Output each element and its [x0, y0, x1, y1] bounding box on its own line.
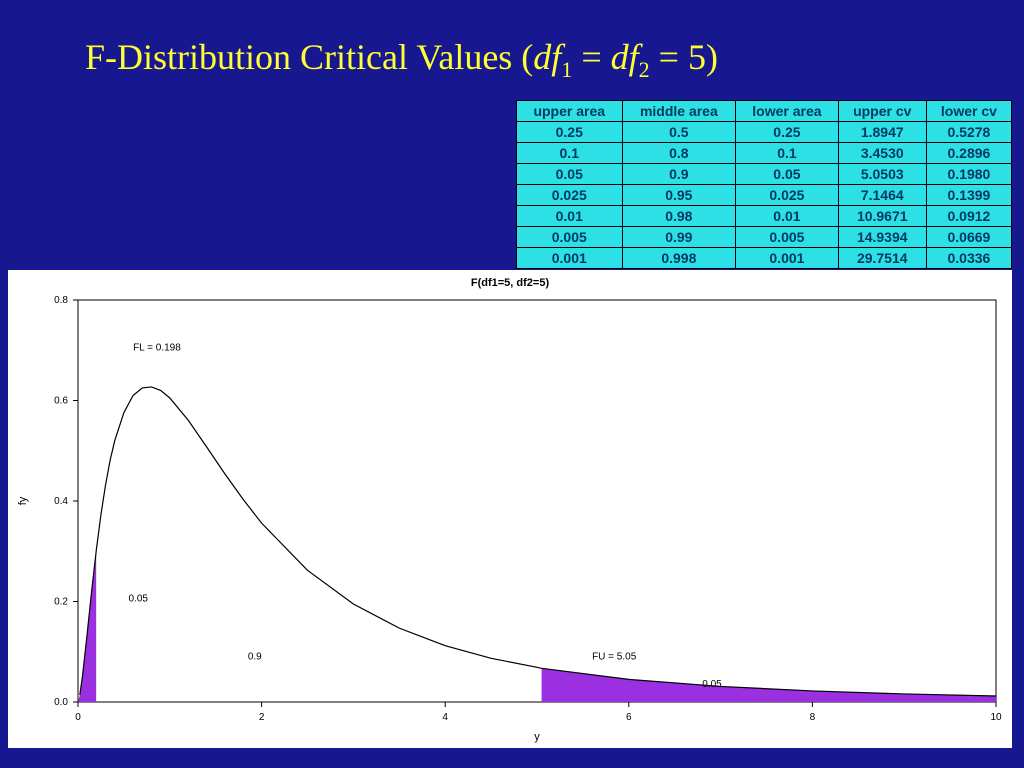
table-cell: 0.9 — [622, 164, 736, 185]
table-row: 0.250.50.251.89470.5278 — [517, 122, 1012, 143]
x-tick-label: 6 — [626, 712, 632, 723]
y-axis-label: fy — [17, 496, 29, 505]
table-cell: 0.5 — [622, 122, 736, 143]
table-cell: 0.05 — [736, 164, 838, 185]
slide-title: F-Distribution Critical Values (df1 = df… — [85, 36, 718, 83]
f-distribution-chart: F(df1=5, df2=5) 0 2 4 6 8 10 0.0 0.2 0.4 0.6 0.8 y fy… — [8, 270, 1012, 748]
y-tick-label: 0.8 — [54, 295, 68, 306]
table-cell: 14.9394 — [838, 227, 926, 248]
table-cell: 0.8 — [622, 143, 736, 164]
table-cell: 0.01 — [736, 206, 838, 227]
critical-values-table: upper area middle area lower area upper … — [516, 100, 1012, 269]
table-cell: 0.025 — [736, 185, 838, 206]
table-row: 0.0010.9980.00129.75140.0336 — [517, 248, 1012, 269]
table-cell: 0.1 — [517, 143, 623, 164]
table-row: 0.010.980.0110.96710.0912 — [517, 206, 1012, 227]
x-tick-label: 0 — [75, 712, 81, 723]
upper-tail-shade — [542, 668, 996, 702]
table-cell: 0.95 — [622, 185, 736, 206]
table-cell: 0.001 — [736, 248, 838, 269]
table-cell: 0.05 — [517, 164, 623, 185]
x-tick-label: 8 — [810, 712, 816, 723]
col-lower-area: lower area — [736, 101, 838, 122]
table-cell: 0.1 — [736, 143, 838, 164]
table-cell: 1.8947 — [838, 122, 926, 143]
chart-title: F(df1=5, df2=5) — [471, 277, 550, 289]
x-tick-label: 4 — [442, 712, 448, 723]
table-cell: 10.9671 — [838, 206, 926, 227]
table-row: 0.0050.990.00514.93940.0669 — [517, 227, 1012, 248]
y-tick-label: 0.0 — [54, 697, 68, 708]
table-cell: 29.7514 — [838, 248, 926, 269]
chart-annotation: 0.9 — [248, 651, 262, 662]
table-cell: 5.0503 — [838, 164, 926, 185]
title-eq2: = 5) — [650, 37, 718, 77]
col-upper-cv: upper cv — [838, 101, 926, 122]
col-middle-area: middle area — [622, 101, 736, 122]
x-axis-label: y — [534, 731, 540, 743]
table-cell: 0.25 — [736, 122, 838, 143]
table-cell: 0.0669 — [926, 227, 1011, 248]
col-upper-area: upper area — [517, 101, 623, 122]
table-cell: 0.0336 — [926, 248, 1011, 269]
table-cell: 0.1980 — [926, 164, 1011, 185]
title-prefix: F-Distribution Critical Values ( — [85, 37, 533, 77]
table-cell: 0.2896 — [926, 143, 1011, 164]
table-cell: 0.0912 — [926, 206, 1011, 227]
pdf-curve — [80, 387, 996, 696]
table-cell: 0.25 — [517, 122, 623, 143]
chart-annotation: 0.05 — [702, 679, 722, 690]
chart-annotation: FL = 0.198 — [133, 342, 181, 353]
y-tick-label: 0.4 — [54, 496, 68, 507]
table-cell: 0.1399 — [926, 185, 1011, 206]
title-eq1: = — [572, 37, 610, 77]
table-cell: 0.001 — [517, 248, 623, 269]
table-row: 0.0250.950.0257.14640.1399 — [517, 185, 1012, 206]
table: upper area middle area lower area upper … — [516, 100, 1012, 269]
chart-annotation: 0.05 — [128, 594, 148, 605]
title-df2: df — [611, 37, 639, 77]
table-cell: 3.4530 — [838, 143, 926, 164]
x-tick-label: 10 — [990, 712, 1002, 723]
col-lower-cv: lower cv — [926, 101, 1011, 122]
table-cell: 0.025 — [517, 185, 623, 206]
table-cell: 0.5278 — [926, 122, 1011, 143]
title-sub2: 2 — [639, 57, 650, 82]
title-df1: df — [533, 37, 561, 77]
plot-frame — [78, 300, 996, 702]
table-cell: 0.005 — [517, 227, 623, 248]
table-cell: 0.98 — [622, 206, 736, 227]
chart-annotation: FU = 5.05 — [592, 651, 637, 662]
y-tick-label: 0.2 — [54, 597, 68, 608]
table-row: 0.050.90.055.05030.1980 — [517, 164, 1012, 185]
title-sub1: 1 — [561, 57, 572, 82]
table-cell: 0.99 — [622, 227, 736, 248]
table-cell: 0.005 — [736, 227, 838, 248]
table-cell: 0.998 — [622, 248, 736, 269]
y-tick-label: 0.6 — [54, 396, 68, 407]
table-row: 0.10.80.13.45300.2896 — [517, 143, 1012, 164]
table-header-row: upper area middle area lower area upper … — [517, 101, 1012, 122]
table-cell: 7.1464 — [838, 185, 926, 206]
x-tick-label: 2 — [259, 712, 265, 723]
table-cell: 0.01 — [517, 206, 623, 227]
